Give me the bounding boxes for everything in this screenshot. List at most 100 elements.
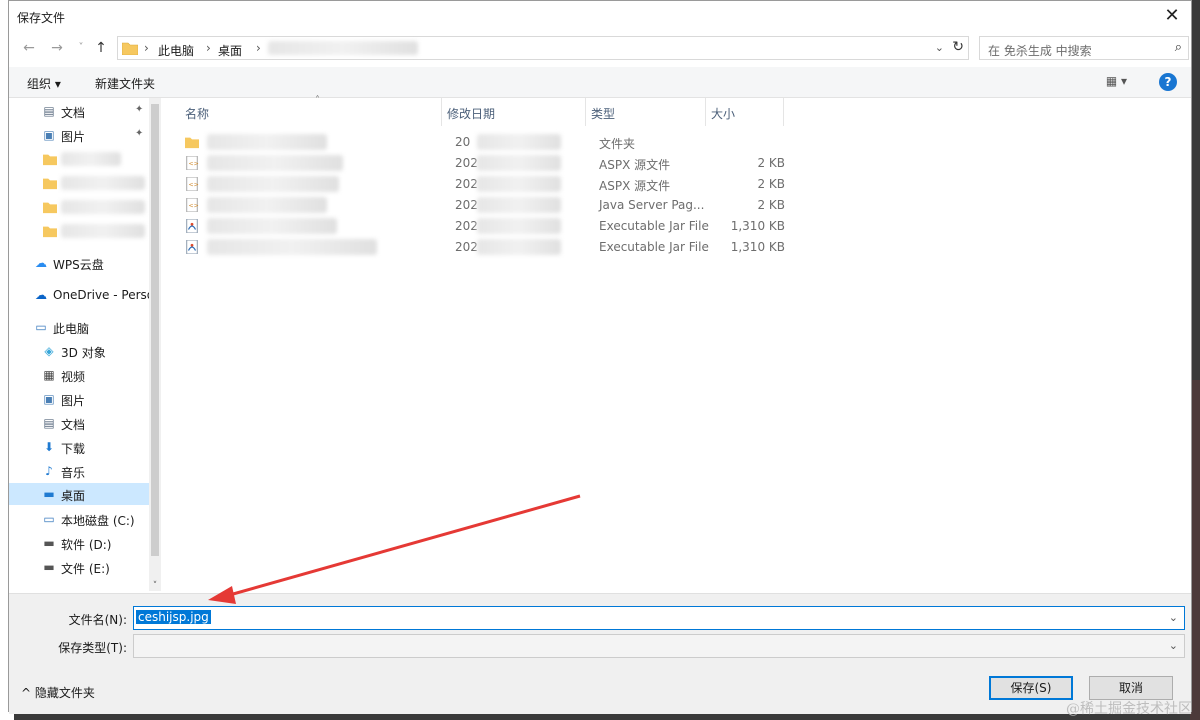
folder-icon	[43, 154, 57, 166]
drive-icon: ▬	[43, 536, 55, 550]
table-row[interactable]: <> 202 ASPX 源文件 2 KB	[185, 153, 985, 174]
sort-ascending-icon: ˄	[315, 95, 320, 106]
file-type: ASPX 源文件	[599, 179, 671, 193]
back-arrow-icon[interactable]: ←	[19, 38, 39, 58]
blurred-date	[477, 218, 561, 234]
jar-file-icon	[186, 240, 198, 254]
column-header-size[interactable]: 大小	[705, 98, 784, 126]
save-file-dialog: 保存文件 ✕ ← → ˅ ↑ › 此电脑 › 桌面 › ⌄ ↻ 在 免杀生成 中…	[8, 0, 1192, 714]
view-options-icon[interactable]: ▦ ▾	[1106, 74, 1127, 88]
sidebar-item-label: 桌面	[61, 489, 86, 503]
blurred-label	[61, 176, 145, 190]
column-header-name[interactable]: 名称 ˄	[179, 95, 442, 126]
breadcrumb-desktop[interactable]: 桌面	[218, 42, 242, 59]
recent-locations-icon[interactable]: ˅	[71, 38, 91, 58]
table-row[interactable]: 20 文件夹	[185, 132, 985, 153]
organize-button[interactable]: 组织 ▾	[27, 75, 61, 92]
sidebar-item-label: 图片	[61, 394, 86, 408]
file-type: ASPX 源文件	[599, 158, 671, 172]
blurred-label	[61, 200, 145, 214]
file-size: 2 KB	[757, 177, 785, 191]
column-header-type[interactable]: 类型	[585, 98, 706, 126]
cube-icon: ◈	[44, 344, 54, 358]
folder-icon	[122, 42, 138, 55]
up-arrow-icon[interactable]: ↑	[91, 38, 111, 58]
column-label: 名称	[185, 107, 210, 121]
filetype-select[interactable]: ⌄	[133, 634, 1185, 658]
sidebar-item-pictures-pinned[interactable]: ▣ 图片 ✦	[9, 124, 149, 146]
table-row[interactable]: 202 Executable Jar File 1,310 KB	[185, 237, 985, 258]
video-icon: ▦	[43, 368, 55, 382]
sidebar-item-drive-c[interactable]: ▭ 本地磁盘 (C:)	[9, 508, 149, 530]
blurred-filename	[207, 134, 327, 150]
filename-input[interactable]: ceshijsp.jpg ⌄	[133, 606, 1185, 630]
column-header-date[interactable]: 修改日期	[441, 98, 586, 126]
sidebar-item-this-pc[interactable]: ▭ 此电脑	[9, 316, 149, 338]
download-icon: ⬇	[43, 440, 55, 454]
table-row[interactable]: <> 202 Java Server Pag... 2 KB	[185, 195, 985, 216]
svg-text:<>: <>	[189, 182, 199, 189]
chevron-down-icon[interactable]: ⌄	[1169, 639, 1178, 652]
sidebar-item-music[interactable]: ♪ 音乐	[9, 460, 149, 482]
sidebar-item-videos[interactable]: ▦ 视频	[9, 364, 149, 386]
breadcrumb-separator: ›	[144, 41, 149, 55]
onedrive-icon: ☁	[35, 288, 47, 302]
sidebar-item-wps-cloud[interactable]: ☁ WPS云盘	[9, 252, 149, 274]
refresh-icon[interactable]: ↻	[952, 39, 964, 55]
chevron-down-icon[interactable]: ⌄	[1169, 611, 1178, 624]
sidebar-item-downloads[interactable]: ⬇ 下载	[9, 436, 149, 458]
sidebar-item-documents[interactable]: ▤ 文档	[9, 412, 149, 434]
sidebar-item-label: 文档	[61, 106, 86, 120]
search-input[interactable]: 在 免杀生成 中搜索 ⌕	[979, 36, 1189, 60]
table-row[interactable]: 202 Executable Jar File 1,310 KB	[185, 216, 985, 237]
cancel-button[interactable]: 取消	[1089, 676, 1173, 700]
sidebar-item-3d-objects[interactable]: ◈ 3D 对象	[9, 340, 149, 362]
chevron-down-icon[interactable]: ⌄	[935, 41, 944, 54]
sidebar-item-blurred-folder[interactable]	[9, 196, 149, 218]
address-bar[interactable]: › 此电脑 › 桌面 › ⌄ ↻	[117, 36, 969, 60]
sidebar-item-label: 下载	[61, 442, 86, 456]
blurred-filename	[207, 176, 339, 192]
sidebar-item-drive-d[interactable]: ▬ 软件 (D:)	[9, 532, 149, 554]
help-icon[interactable]: ?	[1159, 73, 1177, 91]
file-type: Executable Jar File	[599, 240, 709, 254]
save-button[interactable]: 保存(S)	[989, 676, 1073, 700]
sidebar-item-blurred-folder[interactable]	[9, 220, 149, 242]
sidebar-item-label: WPS云盘	[53, 258, 104, 272]
search-icon: ⌕	[1174, 40, 1182, 55]
breadcrumb-this-pc[interactable]: 此电脑	[158, 42, 194, 59]
breadcrumb-separator: ›	[206, 41, 211, 55]
navigation-pane: ▤ 文档 ✦ ▣ 图片 ✦ ☁ WPS云盘 ☁ OneDrive - Perso…	[9, 98, 161, 591]
sidebar-item-desktop[interactable]: ▬ 桌面	[9, 483, 149, 505]
sidebar-item-label: 3D 对象	[61, 346, 106, 360]
hide-folders-toggle[interactable]: ^ 隐藏文件夹	[21, 684, 95, 701]
close-icon[interactable]: ✕	[1161, 5, 1183, 27]
file-type: Executable Jar File	[599, 219, 709, 233]
desktop-icon: ▬	[43, 487, 55, 501]
blurred-date	[477, 134, 561, 150]
watermark: @稀土掘金技术社区	[1066, 701, 1192, 717]
sidebar-item-label: 图片	[61, 130, 86, 144]
scrollbar-thumb[interactable]	[151, 104, 159, 556]
sidebar-item-drive-e[interactable]: ▬ 文件 (E:)	[9, 556, 149, 578]
file-size: 2 KB	[757, 156, 785, 170]
blurred-date	[477, 239, 561, 255]
blurred-filename	[207, 218, 337, 234]
file-date: 202	[455, 156, 478, 170]
blurred-date	[477, 176, 561, 192]
blurred-filename	[207, 239, 377, 255]
sidebar-item-documents-pinned[interactable]: ▤ 文档 ✦	[9, 100, 149, 122]
sidebar-item-blurred-folder[interactable]	[9, 172, 149, 194]
sidebar-item-label: 音乐	[61, 466, 86, 480]
dialog-title: 保存文件	[17, 11, 66, 25]
sidebar-item-pictures[interactable]: ▣ 图片	[9, 388, 149, 410]
sidebar-item-label: 本地磁盘 (C:)	[61, 514, 135, 528]
forward-arrow-icon[interactable]: →	[47, 38, 67, 58]
new-folder-button[interactable]: 新建文件夹	[95, 75, 155, 92]
scroll-down-icon[interactable]: ˅	[149, 581, 161, 591]
sidebar-item-onedrive[interactable]: ☁ OneDrive - Personal	[9, 284, 161, 306]
sidebar-item-label: OneDrive - Personal	[53, 288, 161, 302]
sidebar-item-blurred-folder[interactable]	[9, 148, 149, 170]
sidebar-scrollbar[interactable]: ˅	[149, 98, 161, 591]
table-row[interactable]: <> 202 ASPX 源文件 2 KB	[185, 174, 985, 195]
